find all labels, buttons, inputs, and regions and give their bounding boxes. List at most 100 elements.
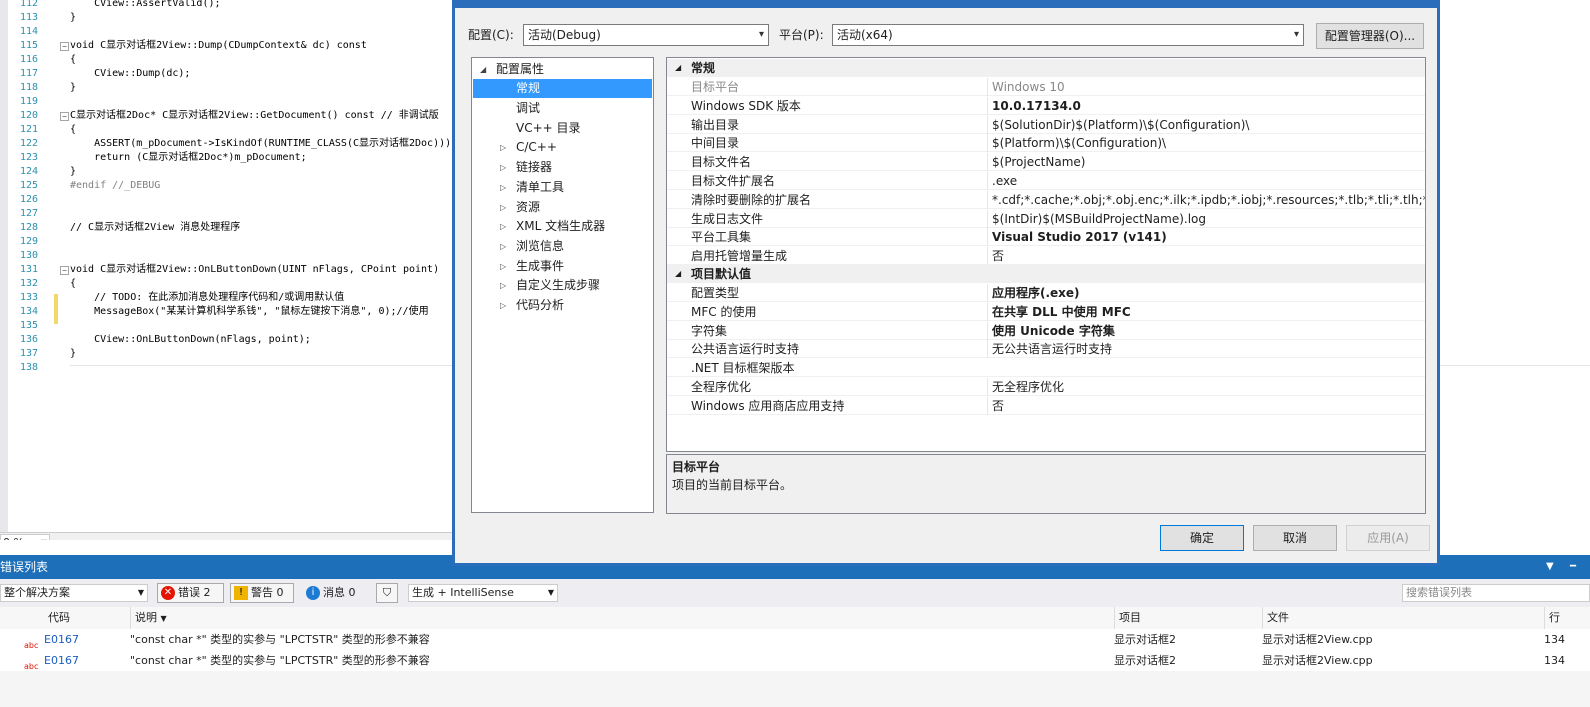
tree-node-xml-doc-generator[interactable]: ▷ XML 文档生成器 — [500, 217, 650, 236]
error-search-input[interactable]: 搜索错误列表 — [1402, 584, 1590, 602]
error-file: 显示对话框2View.cpp — [1262, 633, 1373, 646]
tree-node-cpp[interactable]: ▷ C/C++ — [500, 138, 650, 157]
column-header-description[interactable]: 说明 ▼ — [130, 607, 1115, 629]
configuration-manager-button[interactable]: 配置管理器(O)... — [1316, 23, 1424, 49]
zoom-level-dropdown[interactable]: 0 % ▼ — [0, 534, 50, 540]
property-value[interactable]: $(ProjectName) — [987, 153, 1425, 172]
tree-node-linker[interactable]: ▷ 链接器 — [500, 158, 650, 177]
column-header-line[interactable]: 行 — [1544, 607, 1590, 629]
error-row[interactable]: abc E0167 "const char *" 类型的实参与 "LPCTSTR… — [0, 650, 1590, 671]
error-row[interactable]: abc E0167 "const char *" 类型的实参与 "LPCTSTR… — [0, 629, 1590, 650]
tree-node-label: 浏览信息 — [516, 239, 565, 253]
property-row[interactable]: .NET 目标框架版本 — [667, 359, 1425, 378]
property-value[interactable]: 无全程序优化 — [987, 378, 1425, 396]
property-value[interactable]: $(IntDir)$(MSBuildProjectName).log — [987, 209, 1425, 228]
property-name: 生成日志文件 — [691, 211, 764, 226]
expand-icon[interactable]: ▷ — [500, 237, 506, 256]
expand-icon[interactable]: ▷ — [500, 158, 506, 177]
tree-node-resources[interactable]: ▷ 资源 — [500, 198, 650, 217]
scope-dropdown[interactable]: 整个解决方案 ▼ — [0, 584, 148, 602]
expand-icon[interactable]: ▷ — [500, 217, 506, 236]
tree-node-custom-build-step[interactable]: ▷ 自定义生成步骤 — [500, 276, 650, 295]
property-value[interactable]: 否 — [987, 247, 1425, 266]
property-value[interactable]: Windows 10 — [987, 78, 1425, 96]
ok-button[interactable]: 确定 — [1160, 525, 1244, 551]
error-project: 显示对话框2 — [1114, 654, 1176, 667]
column-header-project[interactable]: 项目 — [1114, 607, 1262, 629]
category-general[interactable]: ◢ 常规 — [667, 59, 1425, 77]
property-value[interactable]: .exe — [987, 172, 1425, 190]
error-code[interactable]: E0167 — [44, 650, 79, 671]
property-value[interactable]: 应用程序(.exe) — [987, 284, 1425, 302]
property-row[interactable]: 中间目录 $(Platform)\$(Configuration)\ — [667, 134, 1425, 153]
tree-node-browse-info[interactable]: ▷ 浏览信息 — [500, 237, 650, 256]
property-tree[interactable]: ◢ 配置属性 常规 调试 VC++ 目录 ▷ C/C++ ▷ 链接器 ▷ 清单工具 ▷ 资… — [471, 57, 654, 513]
tree-node-config-properties[interactable]: ◢ 配置属性 — [480, 60, 650, 79]
pin-icon[interactable]: ━ — [1570, 555, 1576, 579]
apply-button[interactable]: 应用(A) — [1346, 525, 1430, 551]
collapse-icon[interactable]: − — [60, 42, 69, 51]
line-number: 117 — [19, 68, 38, 79]
collapse-icon[interactable]: ◢ — [675, 265, 681, 283]
property-value[interactable]: $(Platform)\$(Configuration)\ — [987, 134, 1425, 153]
tree-node-build-events[interactable]: ▷ 生成事件 — [500, 257, 650, 276]
property-value[interactable]: 无公共语言运行时支持 — [987, 340, 1425, 359]
expand-icon[interactable]: ▷ — [500, 276, 506, 295]
expand-icon[interactable]: ▷ — [500, 178, 506, 197]
property-value[interactable]: *.cdf;*.cache;*.obj;*.obj.enc;*.ilk;*.ip… — [987, 190, 1425, 209]
property-value[interactable]: 10.0.17134.0 — [987, 96, 1425, 115]
property-row[interactable]: 目标文件扩展名 .exe — [667, 172, 1425, 190]
expand-icon[interactable]: ▷ — [500, 138, 506, 157]
property-value[interactable]: Visual Studio 2017 (v141) — [987, 228, 1425, 247]
tree-node-debugging[interactable]: 调试 — [516, 99, 540, 118]
property-row[interactable]: Windows 应用商店应用支持 否 — [667, 396, 1425, 415]
property-value[interactable]: 在共享 DLL 中使用 MFC — [987, 302, 1425, 321]
tree-node-manifest-tool[interactable]: ▷ 清单工具 — [500, 178, 650, 197]
filter-button[interactable]: ⛉ — [376, 583, 398, 603]
collapse-icon[interactable]: − — [60, 266, 69, 275]
property-row[interactable]: 平台工具集 Visual Studio 2017 (v141) — [667, 228, 1425, 247]
warnings-filter-button[interactable]: ! 警告 0 — [230, 583, 294, 603]
property-row[interactable]: 全程序优化 无全程序优化 — [667, 378, 1425, 396]
tree-node-code-analysis[interactable]: ▷ 代码分析 — [500, 296, 650, 315]
column-header-file[interactable]: 文件 — [1262, 607, 1544, 629]
property-value[interactable]: 否 — [987, 396, 1425, 415]
property-value[interactable]: $(SolutionDir)$(Platform)\$(Configuratio… — [987, 115, 1425, 134]
property-row[interactable]: Windows SDK 版本 10.0.17134.0 — [667, 96, 1425, 115]
property-row[interactable]: 字符集 使用 Unicode 字符集 — [667, 321, 1425, 340]
property-row[interactable]: MFC 的使用 在共享 DLL 中使用 MFC — [667, 302, 1425, 321]
expand-icon[interactable]: ▷ — [500, 257, 506, 276]
property-grid[interactable]: ◢ 常规 目标平台 Windows 10 Windows SDK 版本 10.0.171… — [666, 57, 1426, 452]
line-number: 137 — [19, 348, 38, 359]
property-row[interactable]: 生成日志文件 $(IntDir)$(MSBuildProjectName).log — [667, 209, 1425, 228]
collapse-icon[interactable]: ◢ — [675, 59, 681, 77]
pin-dropdown-icon[interactable]: ▼ — [1546, 555, 1554, 579]
platform-dropdown[interactable]: 活动(x64) ▾ — [832, 24, 1304, 46]
category-project-defaults[interactable]: ◢ 项目默认值 — [667, 265, 1425, 283]
property-row[interactable]: 目标平台 Windows 10 — [667, 78, 1425, 96]
tree-node-label: 配置属性 — [496, 62, 545, 76]
property-row[interactable]: 目标文件名 $(ProjectName) — [667, 153, 1425, 172]
property-row[interactable]: 启用托管增量生成 否 — [667, 247, 1425, 266]
code-text: void C显示对话框2View::Dump(CDumpContext& dc)… — [70, 40, 367, 51]
property-row[interactable]: 公共语言运行时支持 无公共语言运行时支持 — [667, 340, 1425, 359]
messages-filter-button[interactable]: i 消息 0 — [302, 583, 366, 603]
collapse-icon[interactable]: − — [60, 112, 69, 121]
expand-icon[interactable]: ▷ — [500, 296, 506, 315]
collapse-icon[interactable]: ◢ — [480, 60, 486, 79]
property-row[interactable]: 清除时要删除的扩展名 *.cdf;*.cache;*.obj;*.obj.enc;… — [667, 190, 1425, 209]
dialog-title-bar[interactable] — [455, 0, 1437, 8]
property-row[interactable]: 输出目录 $(SolutionDir)$(Platform)\$(Configur… — [667, 115, 1425, 134]
tree-node-vc-directories[interactable]: VC++ 目录 — [516, 119, 581, 138]
errors-filter-button[interactable]: ✕ 错误 2 — [157, 583, 224, 603]
expand-icon[interactable]: ▷ — [500, 198, 506, 217]
cancel-button[interactable]: 取消 — [1253, 525, 1337, 551]
tree-node-general[interactable]: 常规 — [473, 79, 652, 98]
configuration-dropdown[interactable]: 活动(Debug) ▾ — [523, 24, 769, 46]
error-code[interactable]: E0167 — [44, 629, 79, 650]
editor-gutter — [0, 0, 8, 540]
build-filter-dropdown[interactable]: 生成 + IntelliSense ▼ — [408, 584, 558, 602]
column-header-code[interactable]: 代码 — [20, 607, 130, 629]
property-row[interactable]: 配置类型 应用程序(.exe) — [667, 284, 1425, 302]
property-value[interactable]: 使用 Unicode 字符集 — [987, 321, 1425, 340]
